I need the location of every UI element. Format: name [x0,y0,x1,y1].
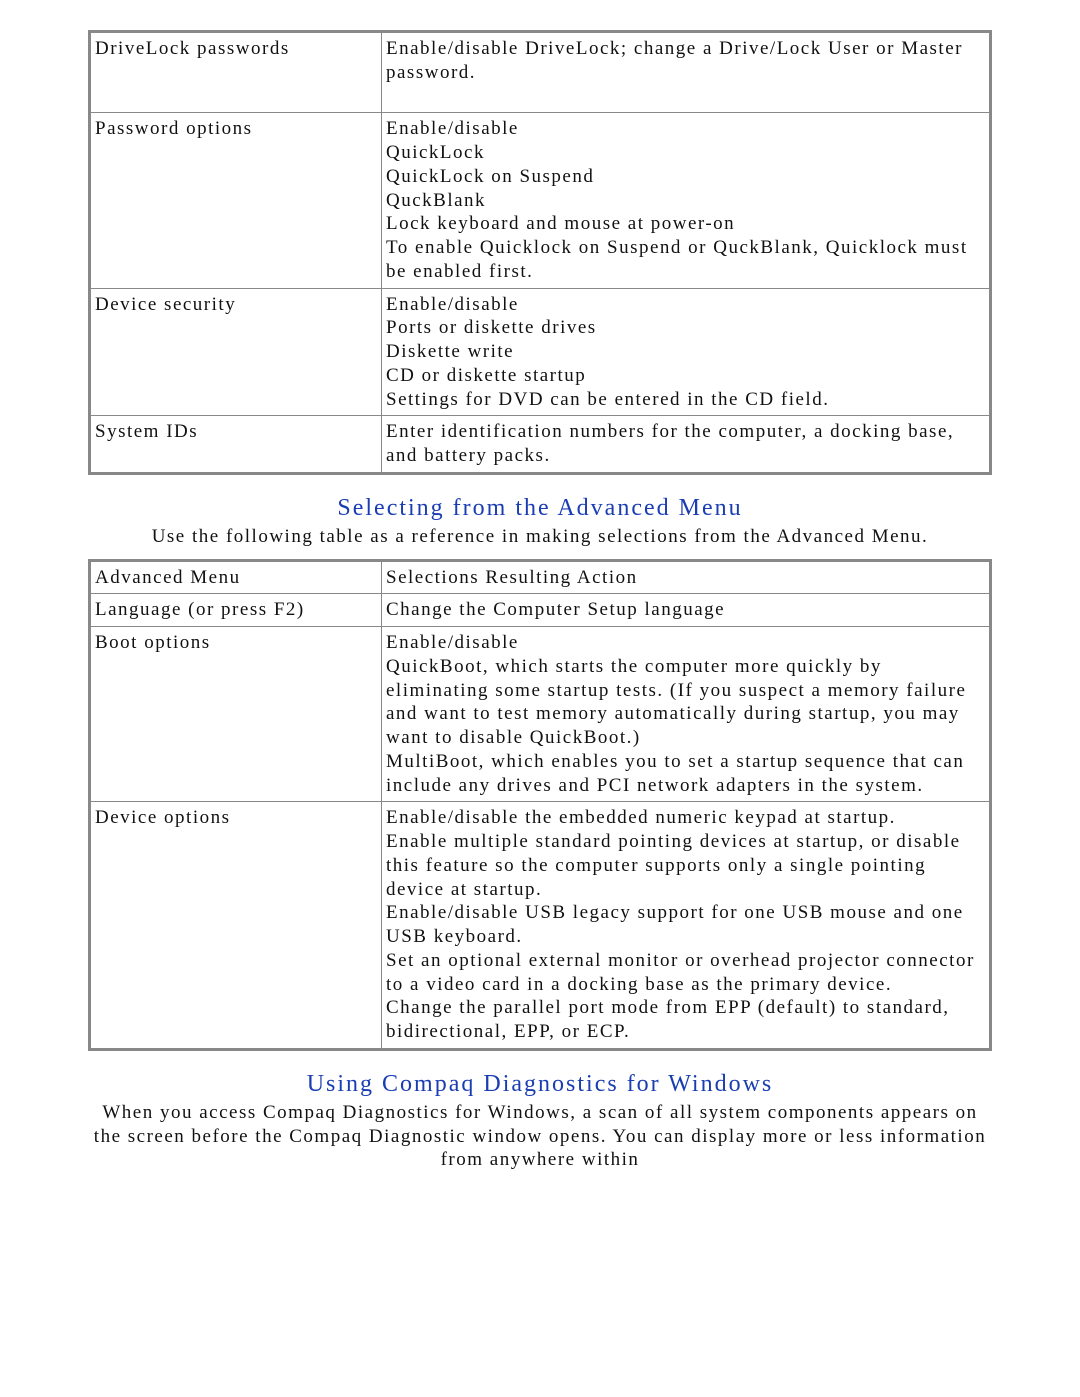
security-item-name: DriveLock passwords [90,32,382,113]
table-row: DriveLock passwordsEnable/disable DriveL… [90,32,991,113]
security-item-desc: Enable/disablePorts or diskette drivesDi… [382,288,991,416]
table-row: System IDsEnter identification numbers f… [90,416,991,474]
advanced-menu-table: Advanced MenuSelections Resulting Action… [88,559,992,1051]
diagnostics-intro: When you access Compaq Diagnostics for W… [88,1101,992,1172]
advanced-item-name: Advanced Menu [90,560,382,594]
security-item-name: Device security [90,288,382,416]
advanced-item-name: Boot options [90,627,382,802]
table-row: Device securityEnable/disablePorts or di… [90,288,991,416]
security-item-desc: Enable/disableQuickLockQuickLock on Susp… [382,113,991,288]
table-row: Device optionsEnable/disable the embedde… [90,802,991,1050]
security-item-desc: Enable/disable DriveLock; change a Drive… [382,32,991,113]
table-row: Language (or press F2)Change the Compute… [90,594,991,627]
advanced-item-desc: Change the Computer Setup language [382,594,991,627]
security-item-name: Password options [90,113,382,288]
diagnostics-heading: Using Compaq Diagnostics for Windows [88,1069,992,1099]
security-item-name: System IDs [90,416,382,474]
security-item-desc: Enter identification numbers for the com… [382,416,991,474]
advanced-item-name: Device options [90,802,382,1050]
advanced-item-desc: Enable/disableQuickBoot, which starts th… [382,627,991,802]
advanced-item-desc: Selections Resulting Action [382,560,991,594]
advanced-menu-heading: Selecting from the Advanced Menu [88,493,992,523]
advanced-menu-intro: Use the following table as a reference i… [88,525,992,549]
table-row: Password optionsEnable/disableQuickLockQ… [90,113,991,288]
table-row: Boot optionsEnable/disableQuickBoot, whi… [90,627,991,802]
advanced-item-name: Language (or press F2) [90,594,382,627]
security-menu-table: DriveLock passwordsEnable/disable DriveL… [88,30,992,475]
advanced-item-desc: Enable/disable the embedded numeric keyp… [382,802,991,1050]
table-row: Advanced MenuSelections Resulting Action [90,560,991,594]
